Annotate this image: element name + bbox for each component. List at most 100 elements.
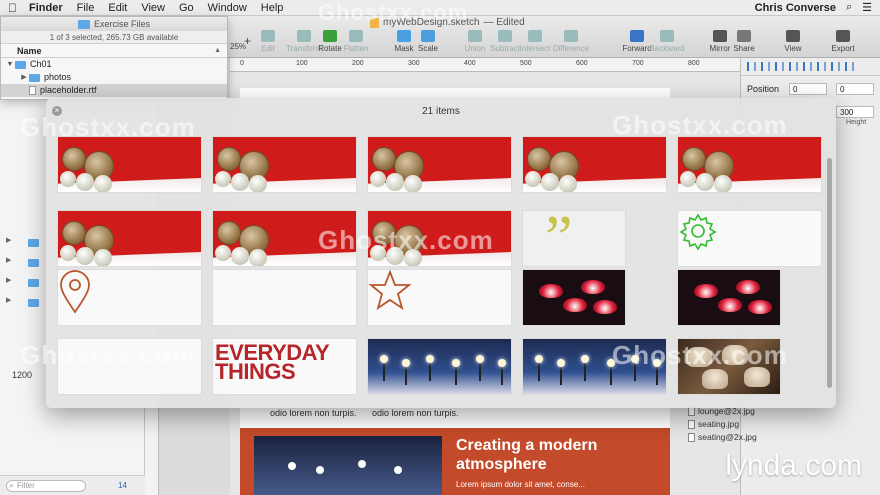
share-icon [737,30,751,42]
lamp-post [656,365,658,385]
backward-button[interactable]: Backward [645,30,689,53]
light-bulb [653,359,661,367]
position-label: Position [747,84,780,94]
ruler-mark: 200 [352,60,364,67]
disclosure-open-icon[interactable]: ▼ [5,58,15,71]
quicklook-title: 21 items [422,106,460,117]
thumbnail-spheres-banner[interactable] [57,136,202,193]
thumbnail-quote[interactable]: ” [522,210,626,267]
scale-button[interactable]: Scale [406,30,450,53]
disclosure-icon[interactable]: ▶ [6,256,11,264]
thumbnail-blank[interactable] [212,269,357,326]
menu-window[interactable]: Window [208,2,247,14]
thumbnail-spheres-banner[interactable] [212,136,357,193]
align-toolbar [741,58,880,76]
align-right-icon[interactable] [775,62,784,71]
view-button[interactable]: View [771,30,815,53]
disclosure-icon[interactable]: ▶ [6,296,11,304]
wicker-ball [217,147,241,171]
menu-bar:  Finder File Edit View Go Window Help C… [0,0,880,16]
menu-file[interactable]: File [77,2,95,14]
scrollbar[interactable] [827,158,832,388]
artboard-text-right: odio lorem non turpis. [372,408,459,418]
filter-input[interactable]: Filter [6,479,86,492]
white-ball [404,175,422,192]
height-field[interactable]: 300 [836,106,874,118]
white-ball [94,249,112,266]
thumbnail-everyday-logo[interactable]: EVERYDAY THINGS [212,338,357,395]
disclosure-icon[interactable]: ▶ [6,276,11,284]
distribute-vertical-icon[interactable] [845,62,854,71]
notification-center-icon[interactable]: ☰ [862,1,872,14]
align-top-icon[interactable] [789,62,798,71]
thumbnail-seating-photo[interactable] [677,338,781,395]
menu-help[interactable]: Help [261,2,284,14]
flatten-button[interactable]: Flatten [334,30,378,53]
align-left-icon[interactable] [747,62,756,71]
photo-lamp [316,466,324,474]
thumbnail-gear[interactable] [677,210,822,267]
file-item[interactable]: seating.jpg [688,418,768,431]
menu-go[interactable]: Go [179,2,194,14]
artboard-heading: Creating a modern atmosphere [456,437,598,473]
menu-finder[interactable]: Finder [29,2,63,14]
export-button[interactable]: Export [821,30,865,53]
white-ball [386,173,404,191]
lamp-shape [539,284,563,298]
white-ball [404,249,422,266]
finder-column-header[interactable]: Name ▲ [1,44,227,58]
align-center-icon[interactable] [761,62,770,71]
chair-shape [702,369,728,389]
file-item[interactable]: seating@2x.jpg [688,431,768,444]
thumbnail-restaurant-photo[interactable] [522,338,667,395]
difference-button[interactable]: Difference [549,30,593,53]
thumbnail-spheres-banner[interactable] [212,210,357,267]
window-title: myWebDesign.sketch — Edited [370,17,525,28]
menubar-user-name[interactable]: Chris Converse [755,2,836,14]
menu-view[interactable]: View [141,2,165,14]
thumbnail-star[interactable] [367,269,512,326]
finder-titlebar[interactable]: Exercise Files [1,17,227,31]
height-label: Height [846,119,867,126]
lamp-post [405,365,407,385]
view-icon [786,30,800,42]
document-title: myWebDesign.sketch [383,17,480,28]
finder-row[interactable]: ▼ Ch01 [1,58,227,71]
thumbnail-restaurant-photo[interactable] [367,338,512,395]
disclosure-icon[interactable]: ▶ [6,236,11,244]
spotlight-icon[interactable]: ⌕ [846,1,852,14]
toolbar-button-label: Share [733,44,755,53]
light-bulb [581,355,589,363]
white-ball [714,175,732,192]
photo-lamp [288,462,296,470]
y-field[interactable]: 0 [836,83,874,95]
disclosure-icon[interactable]: ▶ [19,71,29,84]
thumbnail-red-lamps[interactable] [522,269,626,326]
thumbnail-spheres-banner[interactable] [522,136,667,193]
toolbar-button-label: Flatten [343,44,369,53]
finder-window: Exercise Files 1 of 3 selected, 265.73 G… [0,16,228,100]
distribute-icon[interactable] [831,62,840,71]
apple-icon[interactable]:  [8,1,17,15]
align-bottom-icon[interactable] [817,62,826,71]
thumbnail-spheres-banner[interactable] [367,210,512,267]
x-field[interactable]: 0 [789,83,827,95]
thumbnail-spheres-banner[interactable] [677,136,822,193]
thumbnail-red-lamps[interactable] [677,269,781,326]
white-ball [680,171,696,187]
thumbnail-blank[interactable] [57,338,202,395]
lamp-shape [563,298,587,312]
thumbnail-location-pin[interactable] [57,269,202,326]
wicker-ball [527,147,551,171]
folder-icon [28,299,39,307]
align-middle-icon[interactable] [803,62,812,71]
thumbnail-spheres-banner[interactable] [57,210,202,267]
share-button[interactable]: Share [722,30,766,53]
thumbnail-spheres-banner[interactable] [367,136,512,193]
image-file-icon [688,420,695,429]
finder-row-selected[interactable]: placeholder.rtf [1,84,227,97]
menu-edit[interactable]: Edit [108,2,127,14]
finder-row[interactable]: ▶ photos [1,71,227,84]
forward-icon [630,30,644,42]
export-icon [836,30,850,42]
